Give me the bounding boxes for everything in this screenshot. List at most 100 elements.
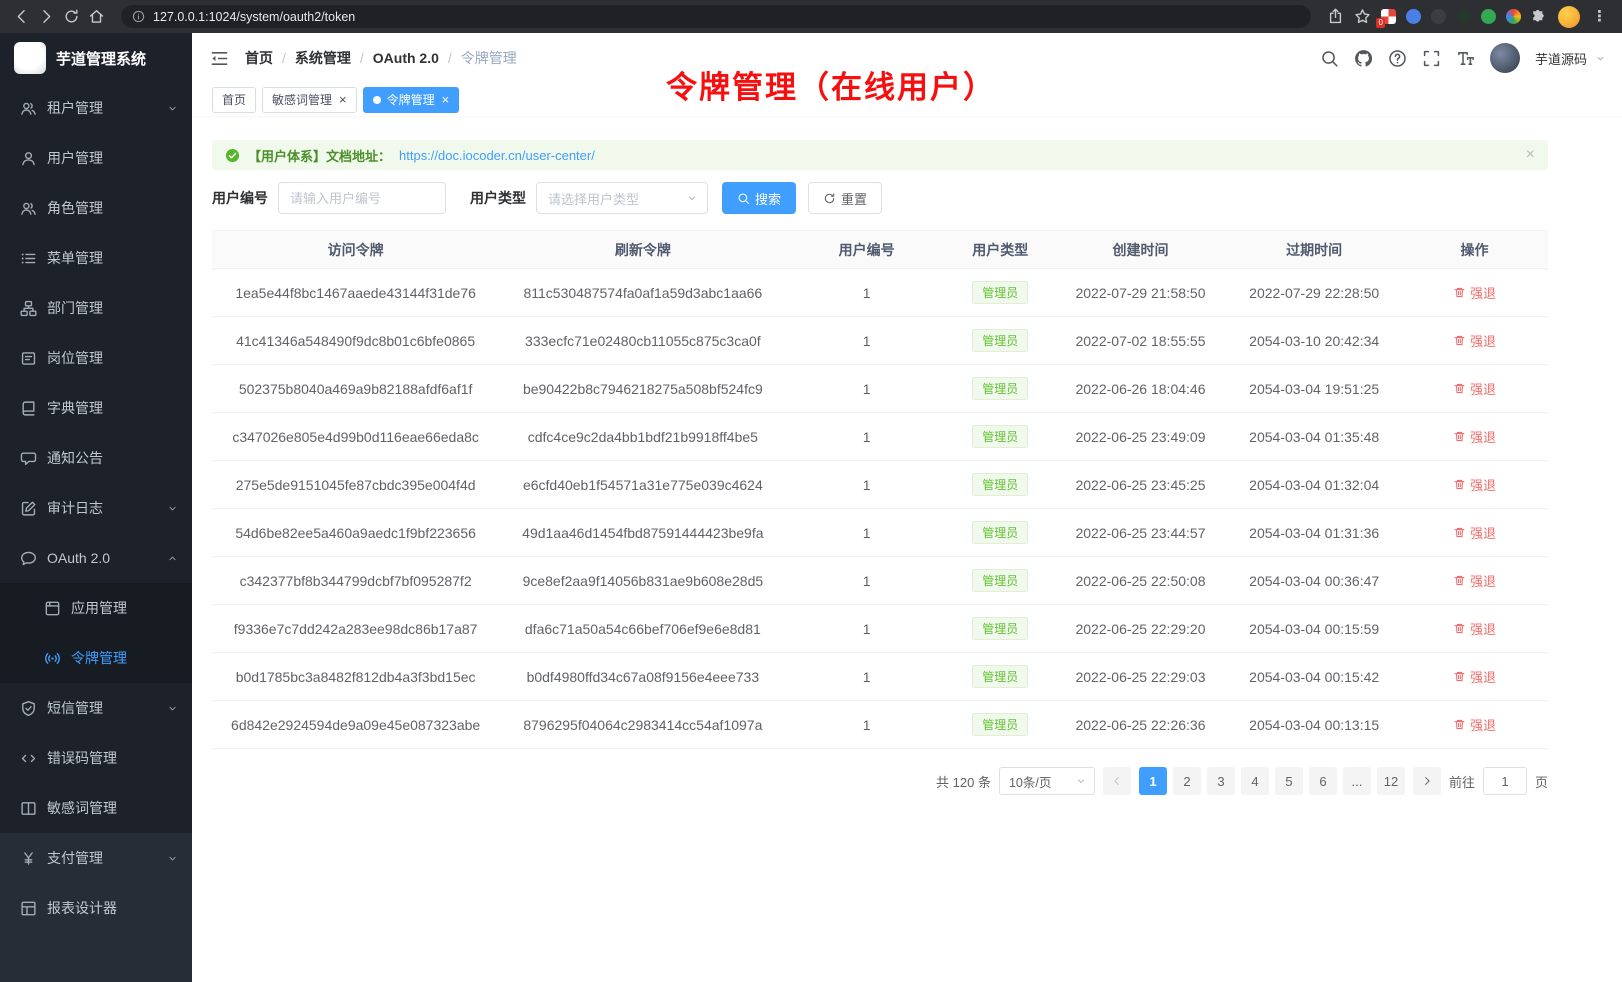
force-logout-button[interactable]: 强退 (1453, 379, 1496, 398)
user-avatar[interactable] (1490, 43, 1520, 73)
extension-darkgreen-icon[interactable] (1456, 9, 1471, 24)
extension-blue-icon[interactable] (1406, 9, 1421, 24)
menu-icon (20, 250, 37, 267)
force-logout-button[interactable]: 强退 (1453, 523, 1496, 542)
page-button-3[interactable]: 3 (1207, 767, 1235, 795)
sidebar-item-dept[interactable]: 部门管理 (0, 283, 192, 333)
force-logout-button[interactable]: 强退 (1453, 331, 1496, 350)
home-icon[interactable] (88, 8, 105, 25)
page-button-5[interactable]: 5 (1275, 767, 1303, 795)
chevron-left-icon (1111, 775, 1123, 787)
page-button-4[interactable]: 4 (1241, 767, 1269, 795)
pagination: 共 120 条 10条/页 123456...12 前往 页 (212, 767, 1548, 795)
page-button-12[interactable]: 12 (1377, 767, 1405, 795)
reload-icon[interactable] (63, 8, 80, 25)
extension-green-icon[interactable] (1481, 9, 1496, 24)
sidebar-item-error-code[interactable]: 错误码管理 (0, 733, 192, 783)
doc-link[interactable]: https://doc.iocoder.cn/user-center/ (399, 148, 595, 163)
force-logout-label: 强退 (1470, 427, 1496, 446)
extension-dark-icon[interactable] (1431, 9, 1446, 24)
sidebar-item-dict[interactable]: 字典管理 (0, 383, 192, 433)
bookmark-star-icon[interactable] (1354, 8, 1371, 25)
help-icon[interactable] (1388, 49, 1407, 68)
force-logout-button[interactable]: 强退 (1453, 715, 1496, 734)
github-icon[interactable] (1354, 49, 1373, 68)
share-icon[interactable] (1327, 8, 1344, 25)
breadcrumb-item[interactable]: 系统管理 (295, 48, 351, 68)
chevron-up-icon (167, 553, 178, 564)
back-icon[interactable] (13, 8, 30, 25)
breadcrumb-item[interactable]: 首页 (245, 48, 273, 68)
browser-profile-avatar[interactable] (1558, 6, 1580, 28)
user-id-input[interactable] (278, 182, 446, 214)
browser-toolbar: 127.0.0.1:1024/system/oauth2/token 0 ⋮ (0, 0, 1622, 33)
force-logout-button[interactable]: 强退 (1453, 475, 1496, 494)
user-type-cell: 管理员 (947, 557, 1054, 605)
sidebar-item-menu[interactable]: 菜单管理 (0, 233, 192, 283)
user-type-select[interactable]: 请选择用户类型 (536, 182, 708, 214)
force-logout-button[interactable]: 强退 (1453, 667, 1496, 686)
next-page-button[interactable] (1413, 767, 1441, 795)
oauth-icon (20, 550, 37, 567)
page-size-select[interactable]: 10条/页 (999, 767, 1095, 795)
main-area: 首页/系统管理/OAuth 2.0/令牌管理 芋道源码 首页敏感词管理×令牌管理… (192, 33, 1622, 982)
delete-icon (1453, 718, 1466, 731)
app-logo[interactable]: 芋道管理系统 (0, 33, 192, 83)
force-logout-button[interactable]: 强退 (1453, 571, 1496, 590)
close-icon[interactable]: × (339, 93, 347, 106)
sidebar-item-oauth2-app[interactable]: 应用管理 (0, 583, 192, 633)
sidebar-item-user[interactable]: 用户管理 (0, 133, 192, 183)
prev-page-button[interactable] (1103, 767, 1131, 795)
search-button[interactable]: 搜索 (722, 182, 796, 214)
search-icon[interactable] (1320, 49, 1339, 68)
page-button-2[interactable]: 2 (1173, 767, 1201, 795)
tab-令牌管理[interactable]: 令牌管理× (363, 87, 460, 113)
site-info-icon[interactable] (132, 10, 145, 23)
sidebar-item-post[interactable]: 岗位管理 (0, 333, 192, 383)
browser-menu-icon[interactable]: ⋮ (1590, 9, 1609, 24)
sidebar-item-oauth2-token[interactable]: 令牌管理 (0, 633, 192, 683)
breadcrumb-item[interactable]: OAuth 2.0 (373, 50, 439, 66)
breadcrumb-separator: / (282, 50, 286, 66)
breadcrumb-item: 令牌管理 (461, 48, 517, 68)
sidebar-item-role[interactable]: 角色管理 (0, 183, 192, 233)
force-logout-button[interactable]: 强退 (1453, 427, 1496, 446)
sidebar-item-oauth2[interactable]: OAuth 2.0 (0, 533, 192, 583)
extension-colorful-icon[interactable] (1506, 9, 1521, 24)
address-bar[interactable]: 127.0.0.1:1024/system/oauth2/token (121, 5, 1311, 28)
sidebar-item-label: 用户管理 (47, 148, 103, 168)
user-type-badge: 管理员 (972, 377, 1028, 400)
font-size-icon[interactable] (1456, 49, 1475, 68)
sidebar-item-report-designer[interactable]: 报表设计器 (0, 883, 192, 933)
url-text: 127.0.0.1:1024/system/oauth2/token (153, 10, 355, 24)
force-logout-button[interactable]: 强退 (1453, 619, 1496, 638)
fullscreen-icon[interactable] (1422, 49, 1441, 68)
chevron-down-icon[interactable] (1595, 53, 1606, 64)
user-name[interactable]: 芋道源码 (1535, 49, 1587, 68)
tab-首页[interactable]: 首页 (212, 87, 256, 113)
page-more-button[interactable]: ... (1343, 767, 1371, 795)
delete-icon (1453, 334, 1466, 347)
force-logout-label: 强退 (1470, 571, 1496, 590)
reset-button[interactable]: 重置 (808, 182, 882, 214)
table-row: 41c41346a548490f9dc8b01c6bfe0865333ecfc7… (212, 317, 1548, 365)
forward-icon[interactable] (38, 8, 55, 25)
close-icon[interactable]: × (442, 93, 450, 106)
sidebar-item-pay[interactable]: 支付管理 (0, 833, 192, 883)
sidebar-item-tenant[interactable]: 租户管理 (0, 83, 192, 133)
tab-敏感词管理[interactable]: 敏感词管理× (262, 87, 357, 113)
delete-icon (1453, 430, 1466, 443)
sidebar-item-sms[interactable]: 短信管理 (0, 683, 192, 733)
close-icon[interactable]: × (1526, 147, 1535, 163)
sidebar-item-audit-log[interactable]: 审计日志 (0, 483, 192, 533)
page-button-6[interactable]: 6 (1309, 767, 1337, 795)
force-logout-button[interactable]: 强退 (1453, 283, 1496, 302)
extension-adblock-icon[interactable]: 0 (1381, 9, 1396, 24)
sidebar-item-notice[interactable]: 通知公告 (0, 433, 192, 483)
sidebar-item-sensitive-word[interactable]: 敏感词管理 (0, 783, 192, 833)
goto-page-input[interactable] (1483, 767, 1527, 795)
collapse-sidebar-icon[interactable] (210, 49, 229, 68)
page-button-1[interactable]: 1 (1139, 767, 1167, 795)
create-time-cell: 2022-06-25 22:29:20 (1054, 605, 1228, 653)
extensions-puzzle-icon[interactable] (1531, 8, 1548, 25)
